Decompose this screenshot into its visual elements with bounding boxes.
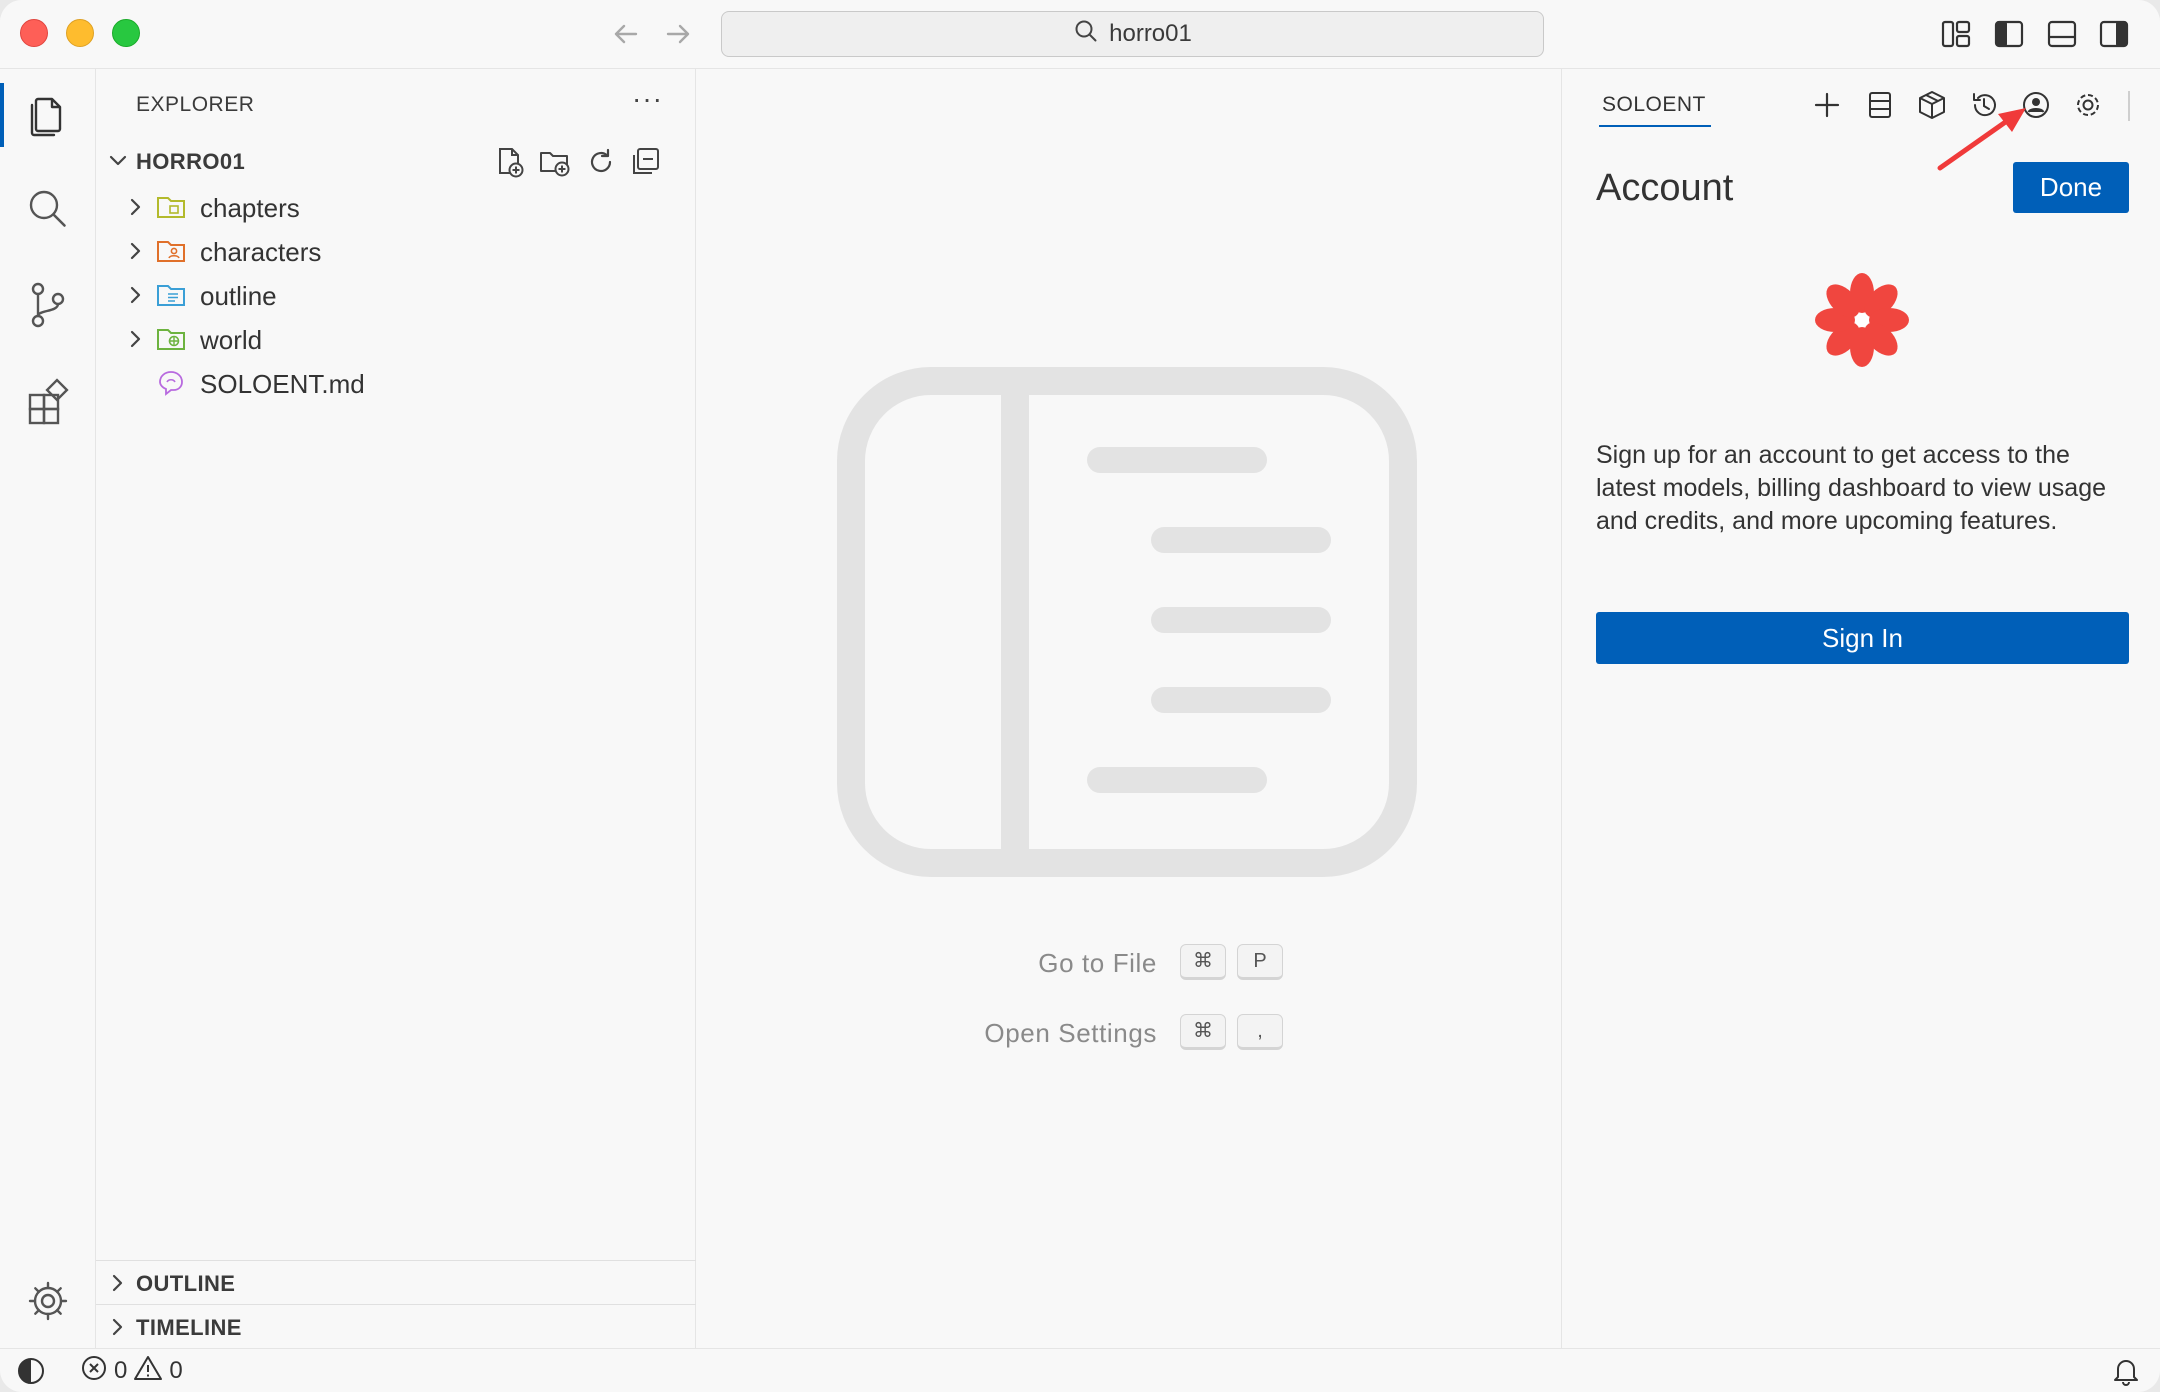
folder-characters-icon [156, 237, 186, 265]
command-center-search[interactable]: horro01 [721, 11, 1544, 57]
activity-bar [0, 69, 96, 1348]
chevron-right-icon [104, 1313, 132, 1341]
hint-label: Go to File [1038, 948, 1157, 978]
keycap-p: P [1237, 944, 1283, 980]
source-control-icon[interactable] [22, 279, 74, 331]
status-bar: 0 0 [0, 1348, 2160, 1392]
settings-gear-icon[interactable] [2070, 87, 2106, 123]
soloent-flower-logo [1815, 273, 1909, 367]
active-tab-underline [1599, 125, 1711, 127]
tree-item-outline[interactable]: outline [96, 273, 696, 317]
timeline-section-label: TIMELINE [136, 1315, 242, 1340]
forward-arrow-icon[interactable] [660, 16, 696, 52]
close-window-button[interactable] [20, 19, 48, 47]
keycap-cmd: ⌘ [1180, 1014, 1226, 1050]
title-bar: horro01 [0, 0, 2160, 69]
toggle-secondary-sidebar-icon[interactable] [2098, 18, 2130, 50]
tree-item-label: SOLOENT.md [200, 369, 365, 399]
command-center-text: horro01 [1109, 20, 1192, 47]
chevron-right-icon [122, 325, 150, 353]
zoom-window-button[interactable] [112, 19, 140, 47]
chevron-right-icon [104, 1269, 132, 1297]
search-icon[interactable] [22, 183, 74, 235]
tree-item-label: world [200, 325, 263, 355]
keycap-comma: , [1237, 1014, 1283, 1050]
open-settings-hint: Open Settings ⌘ , [697, 1014, 1561, 1054]
keycap-cmd: ⌘ [1180, 944, 1226, 980]
chevron-down-icon [104, 147, 132, 175]
database-icon[interactable] [1862, 87, 1898, 123]
outline-section-header[interactable]: OUTLINE [96, 1260, 696, 1304]
error-count: 0 [114, 1357, 128, 1384]
explorer-sidebar: EXPLORER ··· HORRO01 chapters characters… [96, 69, 696, 1348]
soloent-file-icon [156, 369, 186, 397]
editor-watermark-logo [837, 367, 1417, 877]
chevron-right-icon [122, 237, 150, 265]
tab-soloent[interactable]: SOLOENT [1602, 93, 1706, 117]
error-icon [80, 1354, 108, 1389]
tree-item-characters[interactable]: characters [96, 229, 696, 273]
tree-item-world[interactable]: world [96, 317, 696, 361]
secondary-sidebar: SOLOENT Account Done Sign up for an acco… [1561, 69, 2160, 1348]
explorer-title: EXPLORER [136, 93, 255, 116]
account-description: Sign up for an account to get access to … [1596, 441, 2107, 535]
workspace-root[interactable]: HORRO01 [96, 141, 696, 181]
tree-item-soloent-md[interactable]: SOLOENT.md [96, 361, 696, 405]
editor-area[interactable]: Go to File ⌘ P Open Settings ⌘ , [697, 69, 1561, 1348]
folder-outline-icon [156, 281, 186, 309]
tree-item-label: outline [200, 281, 277, 311]
hint-label: Open Settings [984, 1018, 1157, 1048]
toggle-panel-icon[interactable] [2046, 18, 2078, 50]
app-window: horro01 EXPLORER ··· HORRO01 chapters ch… [0, 0, 2160, 1392]
workspace-root-label: HORRO01 [136, 149, 246, 174]
warning-count: 0 [169, 1357, 183, 1384]
timeline-section-header[interactable]: TIMELINE [96, 1304, 696, 1348]
collapse-all-icon[interactable] [630, 145, 664, 179]
manage-gear-icon[interactable] [22, 1275, 74, 1327]
toggle-primary-sidebar-icon[interactable] [1993, 18, 2025, 50]
extensions-icon[interactable] [22, 375, 74, 427]
more-actions-icon[interactable]: ··· [632, 83, 663, 115]
active-indicator [0, 83, 4, 147]
go-to-file-hint: Go to File ⌘ P [697, 944, 1561, 984]
notifications-bell-icon[interactable] [2112, 1355, 2140, 1387]
chevron-right-icon [122, 281, 150, 309]
annotation-arrow-icon [1937, 108, 2026, 171]
folder-world-icon [156, 325, 186, 353]
new-file-icon[interactable] [492, 145, 526, 179]
explorer-files-icon[interactable] [22, 89, 74, 141]
sign-in-button[interactable]: Sign In [1596, 612, 2129, 664]
warning-icon [133, 1354, 163, 1389]
tree-item-chapters[interactable]: chapters [96, 185, 696, 229]
theme-toggle-icon[interactable] [16, 1355, 46, 1387]
search-icon [1073, 18, 1099, 51]
customize-layout-icon[interactable] [1940, 18, 1972, 50]
tree-item-label: chapters [200, 193, 300, 223]
outline-section-label: OUTLINE [136, 1271, 236, 1296]
tree-item-label: characters [200, 237, 322, 267]
chevron-right-icon [122, 193, 150, 221]
refresh-icon[interactable] [584, 145, 618, 179]
problems-status[interactable]: 0 0 [80, 1355, 183, 1387]
back-arrow-icon[interactable] [608, 16, 644, 52]
new-folder-icon[interactable] [538, 145, 572, 179]
toolbar-separator [2128, 91, 2130, 121]
account-title: Account [1596, 167, 1734, 209]
minimize-window-button[interactable] [66, 19, 94, 47]
new-chat-plus-icon[interactable] [1809, 87, 1845, 123]
folder-chapters-icon [156, 193, 186, 221]
